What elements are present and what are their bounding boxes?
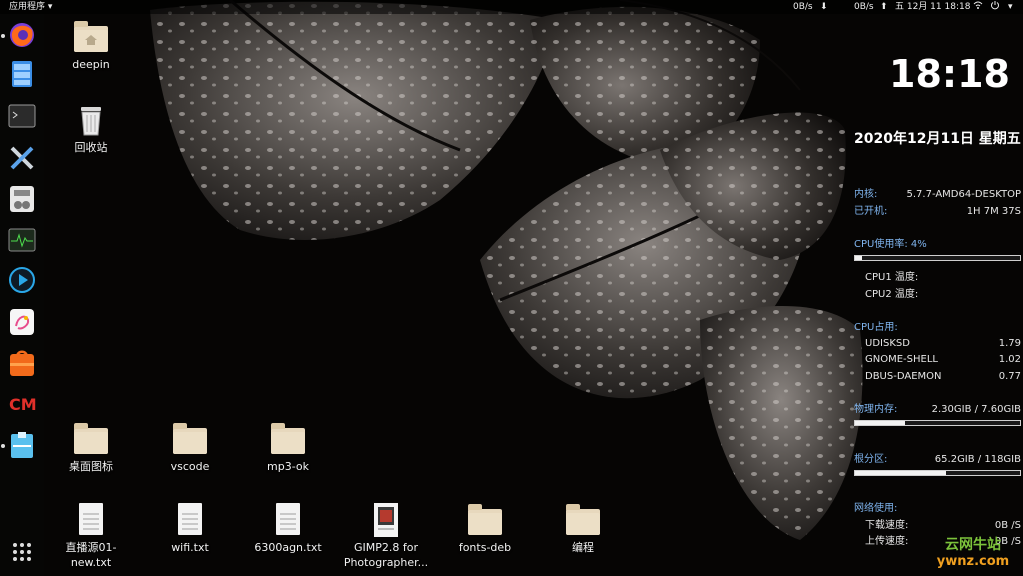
root-partition-value: 65.2GIB / 118GIB	[934, 454, 1021, 465]
running-indicator	[1, 444, 5, 448]
process-name: UDISKSD	[865, 338, 910, 349]
desktop-item-label: vscode	[170, 460, 210, 473]
desktop-item-label: 直播源01-new.txt	[65, 541, 117, 569]
desktop-item-6300agn-txt[interactable]: 6300agn.txt	[243, 503, 333, 555]
memory-value: 2.30GIB / 7.60GIB	[931, 404, 1021, 415]
desktop-item-label: wifi.txt	[171, 541, 209, 554]
text-file-icon	[271, 503, 305, 537]
conky-system-monitor: 18:18 2020年12月11日 星期五 内核: 5.7.7-AMD64-DES…	[849, 14, 1023, 576]
process-row: GNOME-SHELL 1.02	[865, 353, 1021, 367]
download-arrow-icon: ⬇	[820, 2, 828, 12]
process-value: 0.77	[998, 371, 1021, 382]
text-file-icon	[173, 503, 207, 537]
process-row: DBUS-DAEMON 0.77	[865, 370, 1021, 384]
desktop-item-fonts-deb[interactable]: fonts-deb	[440, 503, 530, 555]
drawing-app-icon[interactable]	[6, 306, 38, 338]
clock-datetime[interactable]: 五 12月 11 18:18	[895, 0, 970, 14]
desktop-item-label: GIMP2.8 for Photographer...	[343, 541, 429, 569]
left-dock: CM	[0, 14, 44, 576]
pdf-document-icon	[369, 503, 403, 537]
folder-icon	[173, 422, 207, 456]
conky-clock: 18:18	[889, 52, 1010, 96]
desktop-item-live-txt[interactable]: 直播源01-new.txt	[46, 503, 136, 570]
package-installer-icon[interactable]	[6, 429, 38, 461]
app-menu-label: 应用程序	[9, 2, 46, 12]
home-folder-icon	[74, 20, 108, 54]
net-speed-left: 0B/s	[793, 2, 813, 12]
desktop-item-label: 回收站	[74, 141, 108, 154]
upload-speed-label: 上传速度:	[865, 536, 909, 547]
conky-date: 2020年12月11日 星期五	[854, 131, 1021, 147]
cm-app-icon[interactable]: CM	[6, 388, 38, 420]
firefox-icon[interactable]	[6, 19, 38, 51]
desktop-item-label: 6300agn.txt	[254, 541, 322, 554]
app-store-icon[interactable]	[6, 347, 38, 379]
text-file-icon	[74, 503, 108, 537]
download-speed-label: 下载速度:	[865, 520, 909, 531]
desktop-item-label: deepin	[72, 58, 110, 71]
desktop-item-label: 编程	[572, 541, 594, 554]
desktop-item-label: 桌面图标	[69, 460, 113, 473]
desktop-item-label: mp3-ok	[267, 460, 309, 473]
desktop-item-biancheng[interactable]: 编程	[538, 503, 628, 555]
cpu1-temp-label: CPU1 温度:	[865, 272, 919, 283]
root-partition-bar	[854, 470, 1021, 476]
process-name: GNOME-SHELL	[865, 354, 938, 365]
root-partition-bar-fill	[855, 471, 946, 475]
wifi-icon[interactable]	[973, 0, 983, 15]
process-value: 1.79	[998, 338, 1021, 349]
site-watermark-logo: 云网牛站 ywnz.com	[927, 536, 1019, 572]
folder-icon	[271, 422, 305, 456]
mixer-icon[interactable]	[6, 183, 38, 215]
memory-bar-fill	[855, 421, 905, 425]
media-player-icon[interactable]	[6, 264, 38, 296]
folder-icon	[566, 503, 600, 537]
system-tools-icon[interactable]	[6, 142, 38, 174]
power-icon[interactable]	[990, 0, 1000, 15]
cpu-usage-bar	[854, 255, 1021, 261]
cpu2-temp-label: CPU2 温度:	[865, 289, 919, 300]
kernel-value: 5.7.7-AMD64-DESKTOP	[906, 189, 1022, 200]
desktop-item-desktop-folder[interactable]: 桌面图标	[46, 422, 136, 474]
desktop-item-gimp[interactable]: GIMP2.8 for Photographer...	[341, 503, 431, 570]
kernel-label: 内核:	[854, 189, 878, 200]
system-monitor-icon[interactable]	[6, 224, 38, 256]
watermark-text-domain: ywnz.com	[936, 554, 1010, 569]
desktop-item-label: fonts-deb	[458, 541, 512, 554]
folder-icon	[468, 503, 502, 537]
terminal-icon[interactable]	[6, 100, 38, 132]
cpu-usage-label: CPU使用率: 4%	[854, 239, 927, 250]
desktop-item-deepin[interactable]: deepin	[46, 20, 136, 72]
network-label: 网络使用:	[854, 503, 898, 514]
top-panel: 应用程序 ▾ 0B/s ⬇ 0B/s ⬆ 五 12月 11 18:18 ▾	[0, 0, 1023, 14]
uptime-value: 1H 7M 37S	[966, 206, 1021, 217]
memory-bar	[854, 420, 1021, 426]
desktop-item-trash[interactable]: 回收站	[46, 103, 136, 155]
launcher-grid-icon[interactable]	[6, 536, 38, 568]
memory-label: 物理内存:	[854, 404, 898, 415]
process-value: 1.02	[998, 354, 1021, 365]
process-row: UDISKSD 1.79	[865, 337, 1021, 351]
running-indicator	[1, 34, 5, 38]
cpu-usage-bar-fill	[855, 256, 862, 260]
upload-arrow-icon: ⬆	[880, 2, 888, 12]
root-partition-label: 根分区:	[854, 454, 888, 465]
app-menu-button[interactable]: 应用程序 ▾	[9, 0, 52, 14]
trash-icon	[74, 103, 108, 137]
cpu-top-label: CPU占用:	[854, 322, 898, 333]
svg-text:CM: CM	[9, 395, 36, 414]
download-speed-value: 0B /S	[994, 520, 1021, 531]
desktop-item-vscode[interactable]: vscode	[145, 422, 235, 474]
uptime-label: 已开机:	[854, 206, 888, 217]
folder-icon	[74, 422, 108, 456]
file-manager-icon[interactable]	[6, 58, 38, 90]
desktop-item-wifi-txt[interactable]: wifi.txt	[145, 503, 235, 555]
watermark-text-cn: 云网牛站	[945, 537, 1001, 553]
desktop-item-mp3-ok[interactable]: mp3-ok	[243, 422, 333, 474]
net-speed-right: 0B/s	[854, 2, 874, 12]
process-name: DBUS-DAEMON	[865, 371, 942, 382]
menu-chevron-icon[interactable]: ▾	[1008, 0, 1013, 14]
